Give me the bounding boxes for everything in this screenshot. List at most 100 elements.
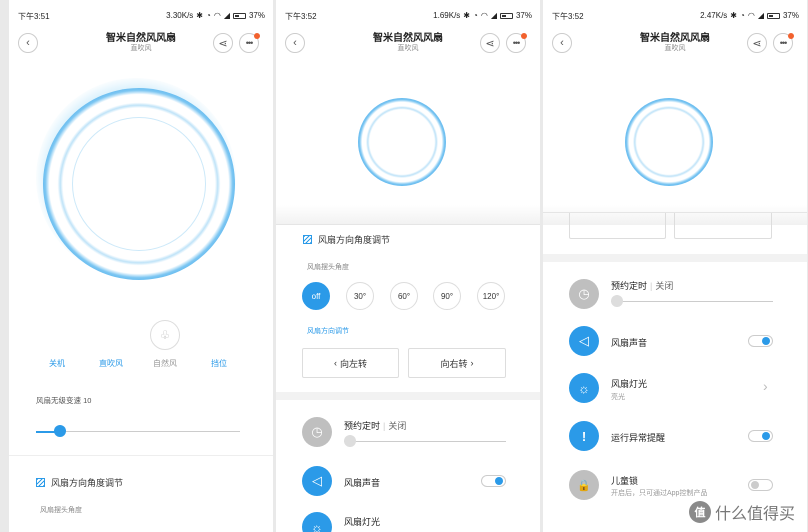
direction-label: 风扇方向调节 — [307, 328, 349, 335]
network-speed: 3.30K/s — [166, 11, 194, 20]
child-lock-button[interactable]: 🔒 — [569, 470, 599, 500]
gear-level-value: 1 — [215, 327, 223, 343]
natural-wind-label: 自然风 — [153, 359, 177, 368]
light-title: 风扇灯光 — [611, 379, 648, 389]
angle-60-button[interactable]: 60° — [390, 282, 418, 310]
toggle-knob — [762, 432, 770, 440]
child-lock-title: 儿童锁 — [611, 476, 639, 486]
status-time: 下午3:52 — [285, 12, 317, 21]
timer-slider[interactable] — [611, 295, 773, 307]
angle-icon — [36, 478, 45, 487]
turn-right-button-partial[interactable] — [674, 213, 772, 239]
angle-90-button[interactable]: 90° — [433, 282, 461, 310]
chevron-right-icon[interactable]: › — [763, 378, 768, 394]
clock-icon: ◷ — [578, 286, 590, 301]
turn-left-button-partial[interactable] — [569, 213, 666, 239]
turn-left-label: 向左转 — [339, 358, 367, 369]
signal-icon: ◢ — [757, 11, 764, 20]
natural-wind-button[interactable]: ♧ — [150, 320, 180, 350]
wifi-icon: ◠ — [213, 11, 221, 20]
power-button[interactable]: ⏻ — [42, 320, 72, 350]
timer-button[interactable]: ◷ — [569, 279, 599, 309]
light-subtitle: 亮光 — [611, 394, 625, 401]
scroll-fade — [276, 205, 540, 225]
wind-icon: ≋ — [105, 328, 117, 342]
alarm-icon: ◔ — [206, 11, 211, 20]
divider — [276, 224, 540, 225]
timer-state: 关闭 — [655, 281, 674, 291]
timer-slider-thumb[interactable] — [344, 435, 356, 447]
share-icon: ⋖ — [485, 37, 495, 50]
battery-icon — [232, 12, 246, 19]
child-lock-subtitle: 开启后，只可通过App控制产品 — [611, 490, 708, 497]
share-button[interactable]: ⋖ — [480, 33, 500, 53]
angle-30-button[interactable]: 30° — [346, 282, 374, 310]
chevron-left-icon: ‹ — [333, 358, 337, 368]
share-button[interactable]: ⋖ — [747, 33, 767, 53]
network-speed: 2.47K/s — [700, 11, 728, 20]
speed-label: 风扇无级变速 10 — [36, 396, 92, 405]
status-bar: 下午3:52 1.69K/s ✱ ◔ ◠ ◢ 37% — [276, 11, 540, 23]
header: ‹ 智米自然风风扇 直吹风 ⋖ ••• — [543, 28, 807, 58]
lock-icon: 🔒 — [577, 479, 591, 492]
notification-dot — [788, 33, 794, 39]
timer-state: 关闭 — [388, 421, 407, 431]
leaf-icon: ♧ — [159, 328, 171, 342]
gear-level-button[interactable]: 1 — [204, 320, 234, 350]
timer-slider-thumb[interactable] — [611, 295, 623, 307]
alarm-icon: ◔ — [473, 11, 478, 20]
turn-left-button[interactable]: ‹ 向左转 — [302, 348, 399, 378]
more-button[interactable]: ••• — [239, 33, 260, 53]
page-title: 智米自然风风扇 — [640, 33, 710, 44]
timer-row-title: 预约定时 | 关闭 — [611, 281, 674, 291]
angle-icon — [303, 235, 312, 244]
toggle-knob — [495, 477, 503, 485]
page-subtitle: 直吹风 — [664, 45, 686, 52]
speed-slider[interactable] — [36, 425, 240, 437]
battery-icon — [499, 12, 513, 19]
turn-right-button[interactable]: 向右转 › — [408, 348, 506, 378]
notification-dot — [521, 33, 527, 39]
angle-off-button[interactable]: off — [302, 282, 330, 310]
toggle-knob — [762, 337, 770, 345]
section-gap — [276, 392, 540, 400]
sound-title: 风扇声音 — [344, 478, 381, 488]
more-icon: ••• — [245, 38, 254, 48]
more-button[interactable]: ••• — [773, 33, 794, 53]
timer-button[interactable]: ◷ — [302, 417, 332, 447]
sound-toggle[interactable] — [481, 475, 506, 487]
share-button[interactable]: ⋖ — [213, 33, 233, 53]
bluetooth-icon: ✱ — [196, 11, 203, 20]
bluetooth-icon: ✱ — [730, 11, 737, 20]
light-button[interactable]: ☼ — [302, 512, 332, 532]
status-bar: 下午3:52 2.47K/s ✱ ◔ ◠ ◢ 37% — [543, 11, 807, 23]
angle-120-button[interactable]: 120° — [477, 282, 505, 310]
toggle-knob — [751, 481, 759, 489]
sound-button[interactable]: ◁ — [569, 326, 599, 356]
power-label: 关机 — [49, 359, 65, 368]
signal-icon: ◢ — [223, 11, 230, 20]
speaker-icon: ◁ — [312, 473, 322, 488]
signal-icon: ◢ — [490, 11, 497, 20]
section-gap — [543, 254, 807, 262]
timer-slider[interactable] — [344, 435, 506, 447]
more-button[interactable]: ••• — [506, 33, 527, 53]
more-icon: ••• — [512, 38, 521, 48]
timer-title: 预约定时 — [344, 421, 381, 431]
light-button[interactable]: ☼ — [569, 373, 599, 403]
divider — [9, 455, 273, 456]
screen-3: 下午3:52 2.47K/s ✱ ◔ ◠ ◢ 37% ‹ 智米自然风风扇 直吹风… — [543, 0, 807, 532]
direct-wind-button[interactable]: ≋ — [96, 320, 126, 350]
alert-toggle[interactable] — [748, 430, 773, 442]
angle-section-label: 风扇方向角度调节 — [318, 235, 391, 245]
screen-1: 下午3:51 3.30K/s ✱ ◔ ◠ ◢ 37% ‹ 智米自然风风扇 直吹风… — [9, 0, 273, 532]
more-icon: ••• — [779, 38, 788, 48]
page-subtitle: 直吹风 — [130, 45, 152, 52]
speed-slider-thumb[interactable] — [54, 425, 66, 437]
alert-button[interactable]: ! — [569, 421, 599, 451]
sound-toggle[interactable] — [748, 335, 773, 347]
child-lock-toggle[interactable] — [748, 479, 773, 491]
sound-button[interactable]: ◁ — [302, 466, 332, 496]
angle-section-label: 风扇方向角度调节 — [51, 478, 124, 488]
watermark-badge: 值 — [688, 501, 711, 523]
